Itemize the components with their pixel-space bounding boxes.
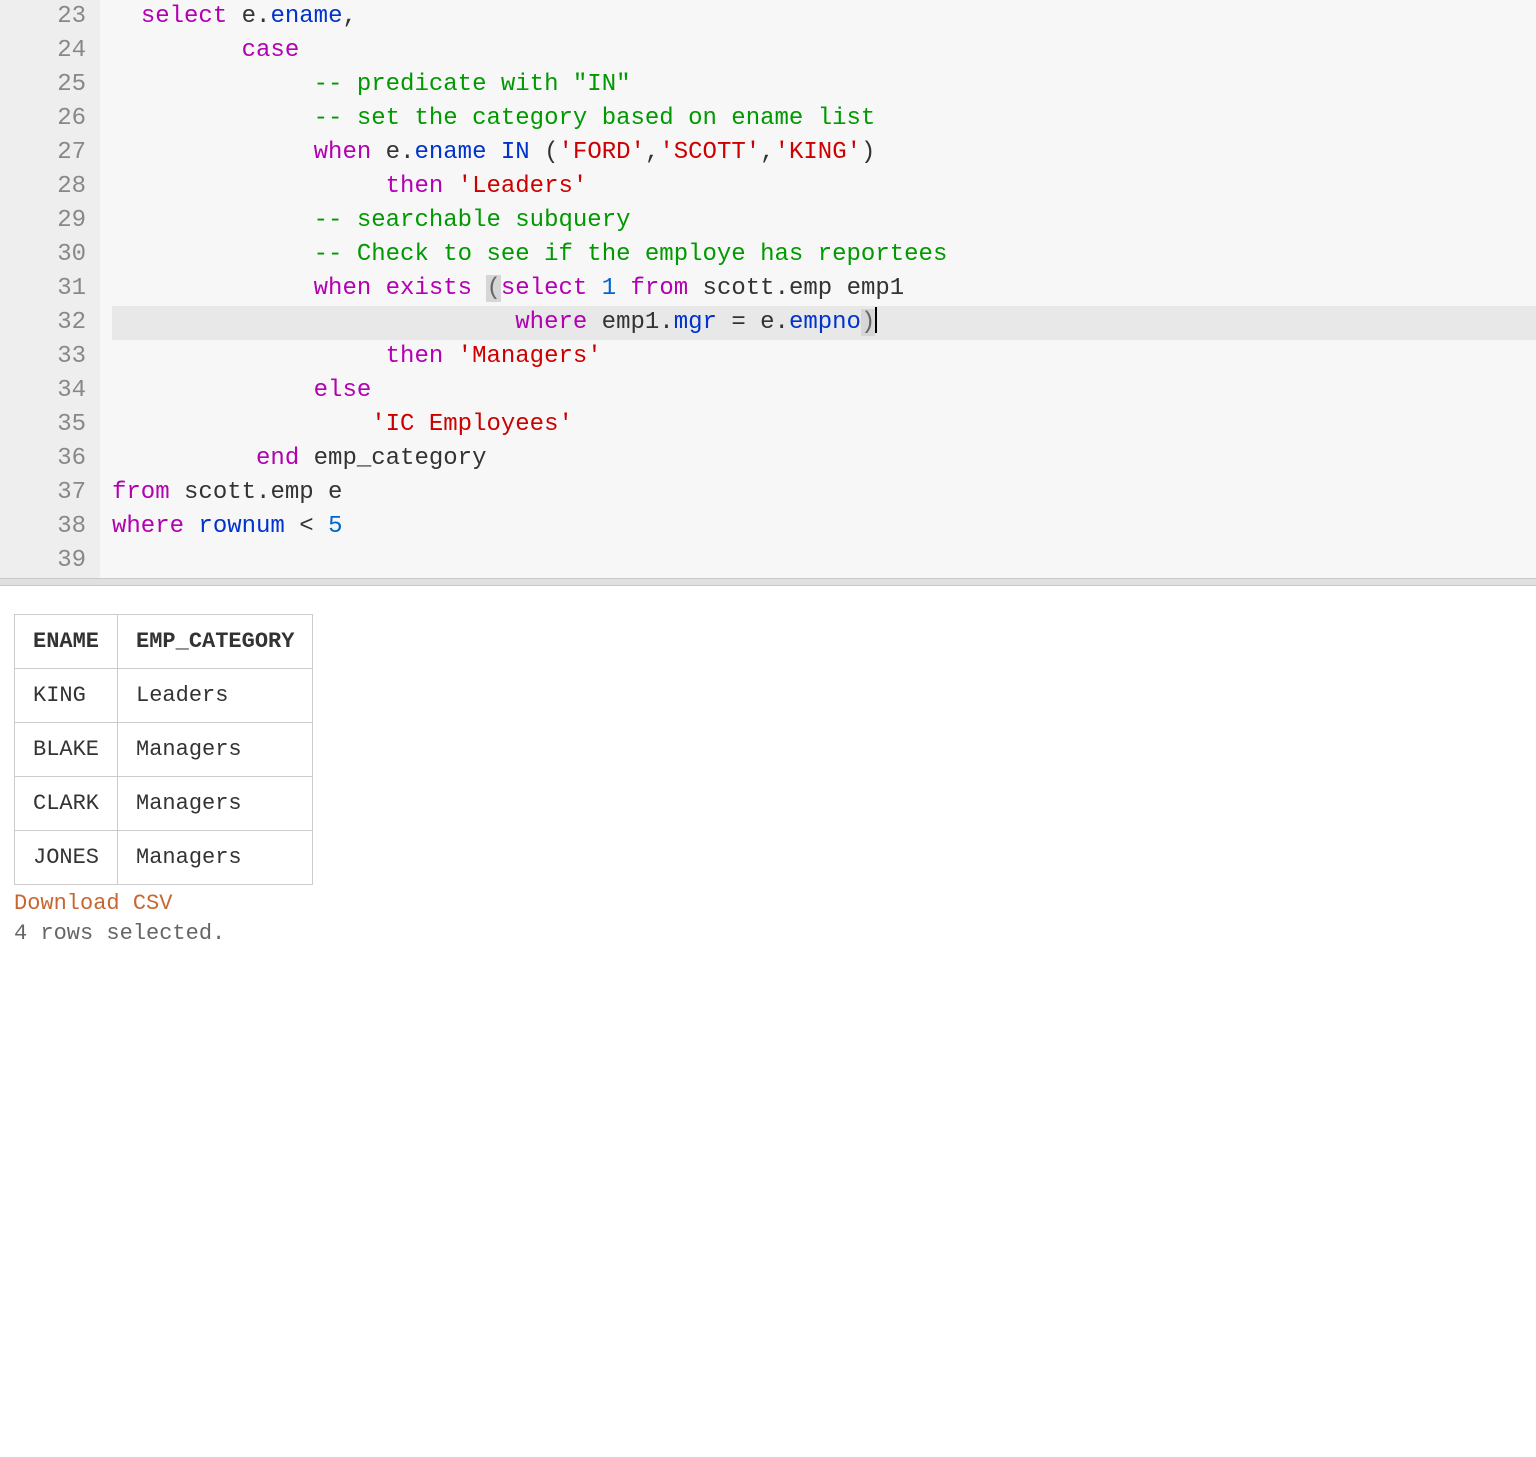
code-line[interactable]: else bbox=[112, 374, 1536, 408]
line-number: 29 bbox=[8, 204, 86, 238]
code-line[interactable]: select e.ename, bbox=[112, 0, 1536, 34]
line-number: 24 bbox=[8, 34, 86, 68]
line-number: 36 bbox=[8, 442, 86, 476]
table-row: JONESManagers bbox=[15, 831, 313, 885]
line-number: 26 bbox=[8, 102, 86, 136]
line-number: 39 bbox=[8, 544, 86, 578]
table-cell: KING bbox=[15, 669, 118, 723]
code-line[interactable]: where rownum < 5 bbox=[112, 510, 1536, 544]
line-number: 31 bbox=[8, 272, 86, 306]
table-cell: CLARK bbox=[15, 777, 118, 831]
code-line[interactable]: -- set the category based on ename list bbox=[112, 102, 1536, 136]
editor-separator bbox=[0, 578, 1536, 586]
table-row: CLARKManagers bbox=[15, 777, 313, 831]
code-line[interactable]: end emp_category bbox=[112, 442, 1536, 476]
column-header: ENAME bbox=[15, 615, 118, 669]
table-cell: Leaders bbox=[118, 669, 313, 723]
text-cursor bbox=[875, 307, 877, 333]
rows-selected-status: 4 rows selected. bbox=[14, 921, 1522, 946]
code-line[interactable]: -- predicate with "IN" bbox=[112, 68, 1536, 102]
line-number: 37 bbox=[8, 476, 86, 510]
code-line[interactable]: -- Check to see if the employe has repor… bbox=[112, 238, 1536, 272]
line-number: 32 bbox=[8, 306, 86, 340]
table-cell: Managers bbox=[118, 831, 313, 885]
code-line[interactable] bbox=[112, 544, 1536, 578]
code-area[interactable]: select e.ename, case -- predicate with "… bbox=[100, 0, 1536, 578]
table-row: KINGLeaders bbox=[15, 669, 313, 723]
sql-editor[interactable]: 2324252627282930313233343536373839 selec… bbox=[0, 0, 1536, 578]
line-number: 38 bbox=[8, 510, 86, 544]
line-number: 35 bbox=[8, 408, 86, 442]
code-line[interactable]: then 'Managers' bbox=[112, 340, 1536, 374]
table-cell: Managers bbox=[118, 723, 313, 777]
code-line[interactable]: case bbox=[112, 34, 1536, 68]
table-cell: JONES bbox=[15, 831, 118, 885]
code-line[interactable]: -- searchable subquery bbox=[112, 204, 1536, 238]
line-number: 27 bbox=[8, 136, 86, 170]
code-line[interactable]: when e.ename IN ('FORD','SCOTT','KING') bbox=[112, 136, 1536, 170]
line-number: 33 bbox=[8, 340, 86, 374]
line-number: 30 bbox=[8, 238, 86, 272]
download-csv-link[interactable]: Download CSV bbox=[14, 891, 172, 916]
line-number: 34 bbox=[8, 374, 86, 408]
results-table: ENAMEEMP_CATEGORY KINGLeadersBLAKEManage… bbox=[14, 614, 313, 885]
table-row: BLAKEManagers bbox=[15, 723, 313, 777]
column-header: EMP_CATEGORY bbox=[118, 615, 313, 669]
results-panel: ENAMEEMP_CATEGORY KINGLeadersBLAKEManage… bbox=[0, 586, 1536, 956]
line-number: 28 bbox=[8, 170, 86, 204]
code-line[interactable]: 'IC Employees' bbox=[112, 408, 1536, 442]
line-number: 25 bbox=[8, 68, 86, 102]
code-line[interactable]: then 'Leaders' bbox=[112, 170, 1536, 204]
table-cell: BLAKE bbox=[15, 723, 118, 777]
code-line[interactable]: when exists (select 1 from scott.emp emp… bbox=[112, 272, 1536, 306]
line-number: 23 bbox=[8, 0, 86, 34]
line-number-gutter: 2324252627282930313233343536373839 bbox=[0, 0, 100, 578]
code-line[interactable]: from scott.emp e bbox=[112, 476, 1536, 510]
table-cell: Managers bbox=[118, 777, 313, 831]
code-line[interactable]: where emp1.mgr = e.empno) bbox=[112, 306, 1536, 340]
